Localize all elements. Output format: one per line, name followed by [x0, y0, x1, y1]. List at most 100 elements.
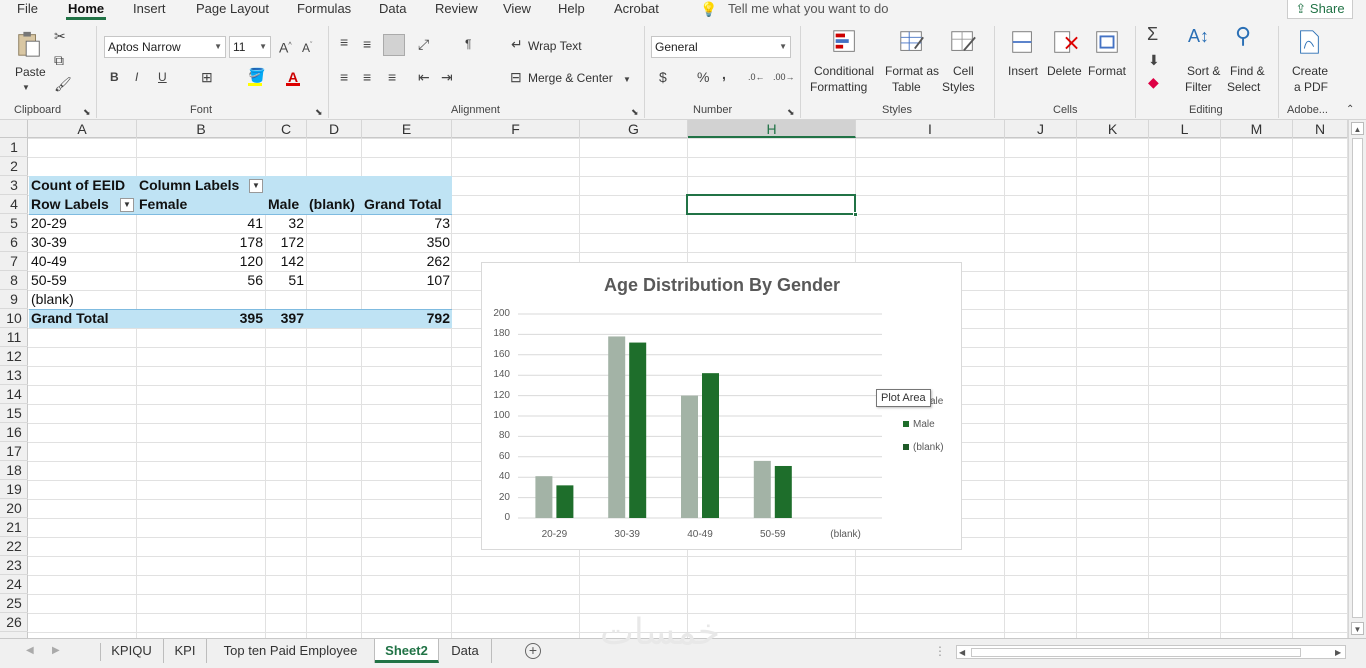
scroll-up-icon[interactable]: ▲: [1351, 122, 1364, 135]
tab-help[interactable]: Help: [558, 1, 585, 16]
column-header-h[interactable]: H: [688, 120, 856, 138]
orientation-icon[interactable]: ⤢: [418, 36, 429, 52]
align-center-icon[interactable]: ≡: [363, 69, 371, 85]
sheet-tab-data[interactable]: Data: [439, 639, 492, 663]
column-header-e[interactable]: E: [362, 120, 452, 138]
row-labels-filter-button[interactable]: ▼: [120, 198, 134, 212]
format-cells-icon[interactable]: [1092, 28, 1122, 56]
text-direction-icon[interactable]: ¶: [465, 36, 471, 52]
row-header-26[interactable]: 26: [0, 613, 28, 632]
tab-file[interactable]: File: [17, 1, 38, 16]
row-header-1[interactable]: 1: [0, 138, 28, 157]
format-cells-button[interactable]: Format: [1088, 63, 1126, 79]
insert-cells-icon[interactable]: [1008, 28, 1038, 56]
row-header-5[interactable]: 5: [0, 214, 28, 233]
legend-entry-blank[interactable]: (blank): [903, 442, 944, 453]
collapse-ribbon-icon[interactable]: ⌃: [1346, 102, 1354, 118]
increase-decimal-icon[interactable]: .0←: [748, 69, 765, 85]
column-header-d[interactable]: D: [307, 120, 362, 138]
chart-area[interactable]: Age Distribution By Gender 200 180 160 140 1…: [481, 262, 962, 550]
sheet-tab-kpi[interactable]: KPI: [164, 639, 207, 663]
sheet-tab-kpiqu[interactable]: KPIQU: [100, 639, 164, 663]
font-size-select[interactable]: 11 ▼: [229, 36, 271, 58]
column-header-c[interactable]: C: [266, 120, 307, 138]
increase-indent-icon[interactable]: ⇥: [441, 69, 453, 85]
row-header-10[interactable]: 10: [0, 309, 28, 328]
conditional-formatting-icon[interactable]: [830, 28, 860, 56]
column-header-b[interactable]: B: [137, 120, 266, 138]
column-header-n[interactable]: N: [1293, 120, 1348, 138]
dialog-launcher-icon[interactable]: ⬊: [787, 104, 795, 120]
create-pdf-icon[interactable]: [1294, 28, 1324, 56]
find-select-label-2[interactable]: Select: [1227, 79, 1260, 95]
fill-color-icon[interactable]: 🪣: [248, 67, 265, 83]
underline-button[interactable]: U: [158, 69, 167, 85]
row-header-20[interactable]: 20: [0, 499, 28, 518]
row-header-11[interactable]: 11: [0, 328, 28, 347]
tab-split-handle-icon[interactable]: ⋮: [934, 643, 946, 659]
fill-icon[interactable]: ⬇: [1148, 52, 1160, 68]
row-header-24[interactable]: 24: [0, 575, 28, 594]
bar-male-50-59[interactable]: [774, 465, 792, 518]
column-header-f[interactable]: F: [452, 120, 580, 138]
row-header-7[interactable]: 7: [0, 252, 28, 271]
chevron-down-icon[interactable]: ▼: [22, 80, 30, 96]
column-header-a[interactable]: A: [28, 120, 137, 138]
align-left-icon[interactable]: ≡: [340, 69, 348, 85]
dialog-launcher-icon[interactable]: ⬊: [631, 104, 639, 120]
row-header-8[interactable]: 8: [0, 271, 28, 290]
column-header-l[interactable]: L: [1149, 120, 1221, 138]
bar-male-30-39[interactable]: [629, 342, 647, 518]
clear-icon[interactable]: ◆: [1148, 74, 1159, 90]
bar-female-30-39[interactable]: [608, 336, 626, 518]
row-header-23[interactable]: 23: [0, 556, 28, 575]
next-sheet-icon[interactable]: ▶: [52, 643, 60, 659]
column-labels-filter-button[interactable]: ▼: [249, 179, 263, 193]
scroll-right-icon[interactable]: ▶: [1335, 646, 1341, 659]
tab-data[interactable]: Data: [379, 1, 406, 16]
row-header-18[interactable]: 18: [0, 461, 28, 480]
wrap-text-button[interactable]: Wrap Text: [528, 38, 582, 54]
decrease-decimal-icon[interactable]: .00→: [773, 69, 795, 85]
row-header-21[interactable]: 21: [0, 518, 28, 537]
bar-female-20-29[interactable]: [535, 476, 553, 518]
bar-female-40-49[interactable]: [681, 395, 698, 518]
middle-align-icon[interactable]: ≡: [363, 36, 371, 52]
column-header-i[interactable]: I: [856, 120, 1005, 138]
tab-home[interactable]: Home: [68, 1, 104, 16]
bar-female-50-59[interactable]: [753, 460, 771, 518]
cell-styles-icon[interactable]: [948, 28, 978, 56]
tab-view[interactable]: View: [503, 1, 531, 16]
insert-cells-button[interactable]: Insert: [1008, 63, 1038, 79]
find-select-icon[interactable]: ⚲: [1235, 25, 1251, 47]
cell-styles-label[interactable]: Cell: [953, 63, 974, 79]
bottom-align-button[interactable]: [383, 34, 405, 56]
row-header-22[interactable]: 22: [0, 537, 28, 556]
bar-male-40-49[interactable]: [702, 373, 719, 518]
italic-button[interactable]: I: [135, 69, 138, 85]
autosum-icon[interactable]: Σ: [1147, 25, 1158, 43]
horizontal-scrollbar[interactable]: ◀ ▶: [956, 645, 1346, 659]
sheet-tab-sheet2[interactable]: Sheet2: [375, 639, 439, 663]
number-format-select[interactable]: General ▼: [651, 36, 791, 58]
tab-page-layout[interactable]: Page Layout: [196, 1, 269, 16]
fill-handle[interactable]: [853, 212, 858, 217]
percent-button[interactable]: %: [697, 69, 709, 85]
horizontal-scroll-thumb[interactable]: [971, 648, 1301, 657]
tab-acrobat[interactable]: Acrobat: [614, 1, 659, 16]
tab-insert[interactable]: Insert: [133, 1, 166, 16]
merge-icon[interactable]: ⊟: [510, 69, 522, 85]
decrease-font-icon[interactable]: Aˇ: [302, 38, 312, 56]
align-right-icon[interactable]: ≡: [388, 69, 396, 85]
delete-cells-icon[interactable]: [1050, 28, 1080, 56]
dialog-launcher-icon[interactable]: ⬊: [315, 104, 323, 120]
legend-entry-male[interactable]: Male: [903, 419, 935, 430]
row-header-3[interactable]: 3: [0, 176, 28, 195]
dialog-launcher-icon[interactable]: ⬊: [83, 104, 91, 120]
prev-sheet-icon[interactable]: ◀: [26, 643, 34, 659]
chevron-down-icon[interactable]: ▼: [623, 72, 631, 88]
format-as-table-label[interactable]: Format as: [885, 63, 939, 79]
sort-filter-label-2[interactable]: Filter: [1185, 79, 1212, 95]
row-header-19[interactable]: 19: [0, 480, 28, 499]
select-all-corner[interactable]: [0, 120, 28, 138]
